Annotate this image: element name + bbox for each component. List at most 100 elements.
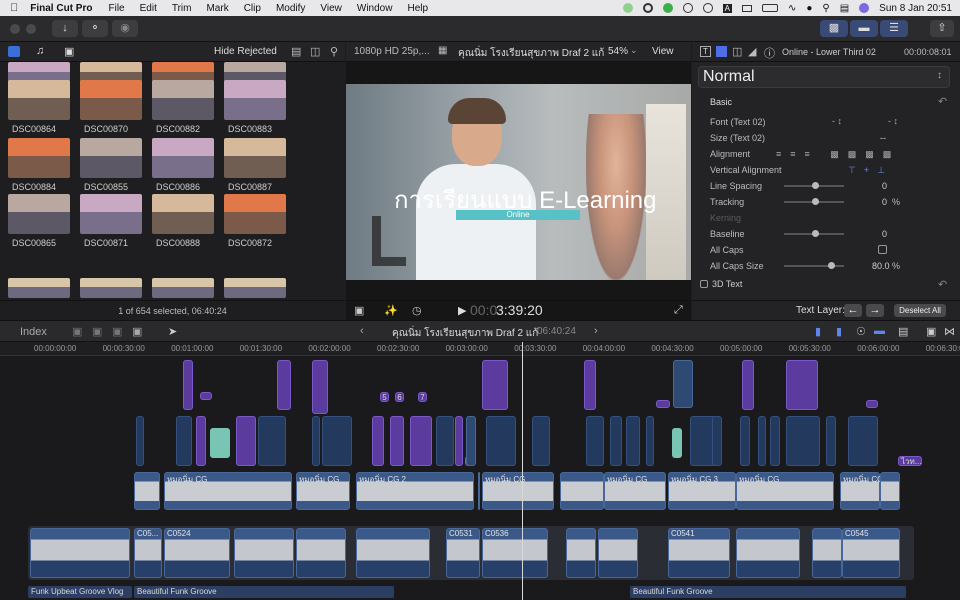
spotlight-icon[interactable]: ⚲ — [822, 3, 829, 14]
primary-clip[interactable]: C0536 — [482, 528, 548, 578]
primary-clip[interactable]: C0541 — [668, 528, 730, 578]
app-menu[interactable]: Final Cut Pro — [30, 3, 92, 14]
title-clip[interactable] — [584, 360, 596, 410]
wifi-icon[interactable]: ● — [806, 3, 812, 14]
cg-clip[interactable]: หมอนิ่ม CG — [604, 472, 666, 510]
title-clip[interactable] — [196, 416, 206, 466]
append-clip-icon[interactable]: ▣ — [112, 325, 122, 338]
status-record-icon[interactable] — [642, 3, 653, 13]
color-inspector-icon[interactable]: ◢ — [748, 45, 756, 58]
clip-thumbnail[interactable] — [224, 278, 286, 298]
titles-generators-icon[interactable]: ▣ — [64, 45, 74, 58]
history-back-icon[interactable]: ‹ — [360, 325, 364, 337]
apple-icon[interactable]:  — [10, 2, 18, 14]
title-clip[interactable] — [436, 416, 454, 466]
play-status-icon[interactable] — [682, 3, 693, 13]
vertical-alignment-buttons[interactable]: ⊤+⊥ — [848, 165, 893, 176]
title-inspector-icon[interactable] — [716, 46, 727, 57]
snapping-icon[interactable]: ▮ — [815, 325, 821, 338]
insert-clip-icon[interactable]: ▣ — [92, 325, 102, 338]
title-number-5[interactable]: 5 — [380, 392, 389, 402]
search-icon[interactable]: ⚲ — [330, 45, 338, 58]
font-popup[interactable]: - ↕ — [832, 116, 842, 126]
marker-title-clip[interactable]: ไวท... — [898, 456, 922, 466]
title-clip[interactable] — [410, 416, 432, 466]
clip-thumbnail[interactable] — [152, 80, 214, 120]
status-n-icon[interactable] — [662, 3, 673, 13]
menu-trim[interactable]: Trim — [172, 3, 192, 14]
transitions-browser-icon[interactable]: ⋈ — [944, 325, 955, 338]
previous-layer-button[interactable]: ← — [844, 304, 862, 317]
title-clip[interactable] — [236, 416, 256, 466]
allcaps-checkbox[interactable] — [878, 245, 887, 254]
title-clip[interactable] — [742, 360, 754, 410]
bluetooth-icon[interactable]: ∿ — [788, 3, 796, 14]
parameter-value[interactable]: -- — [880, 133, 886, 143]
title-clip[interactable] — [610, 416, 622, 466]
clip-thumbnail[interactable] — [8, 194, 70, 234]
filter-popup[interactable]: Hide Rejected — [214, 46, 277, 57]
clock-status-icon[interactable] — [702, 3, 713, 13]
audio-clip[interactable]: Beautiful Funk Groove — [134, 586, 394, 598]
text-inspector-icon[interactable]: T — [700, 46, 711, 57]
skimming-icon[interactable]: ▮ — [836, 325, 842, 338]
timeline-ruler[interactable]: 00:00:00:00 00:00:30:00 00:01:00:00 00:01:3… — [0, 342, 960, 356]
title-clip[interactable] — [482, 360, 508, 410]
clip-thumbnail[interactable] — [152, 194, 214, 234]
text3d-checkbox[interactable] — [700, 280, 708, 288]
title-clip[interactable] — [786, 416, 820, 466]
video-canvas[interactable]: การเรียนแบบ E-Learning Online — [346, 84, 691, 280]
clip-thumbnail[interactable] — [80, 80, 142, 120]
baseline-slider[interactable] — [784, 230, 844, 237]
title-clip[interactable] — [656, 400, 670, 408]
title-clip[interactable] — [372, 416, 384, 466]
reset-basic-icon[interactable]: ↶ — [938, 95, 947, 108]
cg-clip[interactable]: หมอนิ่ม CG 2 — [356, 472, 474, 510]
clip-thumbnail[interactable] — [152, 138, 214, 178]
battery-icon[interactable] — [761, 4, 778, 12]
layout-browser-toggle[interactable]: ▩ — [820, 20, 848, 37]
primary-clip[interactable]: C0524 — [164, 528, 230, 578]
filmstrip-view-icon[interactable]: ◫ — [310, 45, 320, 58]
cg-clip[interactable] — [134, 472, 160, 510]
primary-clip[interactable] — [736, 528, 800, 578]
minimize-window-button[interactable] — [26, 24, 36, 34]
clip-appearance-icon-tl[interactable]: ▤ — [898, 325, 908, 338]
parameter-value[interactable]: 0 — [882, 181, 887, 191]
menu-window[interactable]: Window — [357, 3, 393, 14]
cg-clip[interactable]: หมอนิ่ม CG — [164, 472, 292, 510]
primary-clip[interactable] — [812, 528, 842, 578]
title-clip[interactable] — [740, 416, 750, 466]
title-clip[interactable] — [848, 416, 878, 466]
title-clip[interactable] — [672, 428, 682, 458]
status-green-icon[interactable] — [622, 3, 633, 13]
menu-clock[interactable]: Sun 8 Jan 20:51 — [879, 3, 952, 14]
title-clip[interactable] — [136, 416, 144, 466]
clip-thumbnail[interactable] — [224, 194, 286, 234]
clip-thumbnail[interactable] — [80, 138, 142, 178]
menu-help[interactable]: Help — [407, 3, 428, 14]
siri-icon[interactable] — [859, 3, 870, 13]
cg-clip[interactable]: หมอนิ่ม CG — [482, 472, 554, 510]
title-number-7[interactable]: 7 — [418, 392, 427, 402]
title-clip[interactable] — [586, 416, 604, 466]
speed-icon[interactable]: ◷ — [412, 304, 422, 317]
fullscreen-icon[interactable]: ⤢ — [674, 304, 683, 317]
title-clip[interactable] — [826, 416, 836, 466]
title-clip[interactable] — [455, 416, 463, 466]
clip-thumbnail[interactable] — [80, 194, 142, 234]
connect-clip-icon[interactable]: ▣ — [72, 325, 82, 338]
title-clip[interactable] — [626, 416, 640, 466]
reset-3d-icon[interactable]: ↶ — [938, 278, 947, 291]
share-button[interactable]: ⇧ — [930, 20, 954, 37]
cg-clip[interactable] — [560, 472, 604, 510]
title-clip[interactable] — [312, 360, 328, 414]
enhance-icon[interactable]: ✨ — [384, 304, 398, 317]
clip-thumbnail[interactable] — [8, 138, 70, 178]
library-icon[interactable] — [8, 46, 20, 57]
text3d-row[interactable]: 3D Text ↶ — [698, 278, 950, 292]
clip-thumbnail[interactable] — [8, 278, 70, 298]
deselect-all-button[interactable]: Deselect All — [894, 304, 946, 317]
title-clip[interactable] — [183, 360, 193, 410]
title-clip[interactable] — [390, 416, 404, 466]
